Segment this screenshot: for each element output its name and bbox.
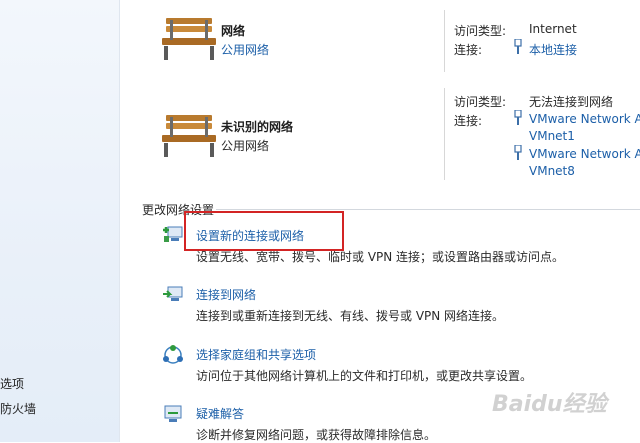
network-divider	[444, 10, 445, 72]
sidebar-item-options[interactable]: 选项	[0, 375, 24, 392]
left-sidebar: 选项 防火墙	[0, 0, 120, 442]
vmware-adapter-link[interactable]: VMware Network A	[529, 147, 640, 161]
network-category-link[interactable]: 公用网络	[221, 41, 269, 58]
troubleshoot-icon	[164, 405, 182, 422]
new-connection-icon	[163, 226, 183, 242]
main-content: 网络 公用网络 访问类型: Internet 连接: 本地连接 未识别的网络 公…	[120, 0, 640, 442]
ethernet-icon	[514, 110, 522, 125]
highlight-box	[184, 211, 344, 251]
section-divider	[216, 209, 640, 210]
access-type-label: 访问类型:	[454, 95, 507, 109]
local-connection-link[interactable]: 本地连接	[529, 41, 577, 58]
connection-label: 连接:	[454, 43, 483, 57]
task-description: 访问位于其他网络计算机上的文件和打印机，或更改共享设置。	[196, 369, 533, 383]
ethernet-icon	[514, 39, 522, 54]
network-category: 公用网络	[221, 139, 270, 153]
homegroup-icon	[163, 345, 183, 364]
ethernet-icon	[514, 145, 522, 160]
bench-icon	[162, 18, 216, 60]
vmware-adapter-link-name[interactable]: VMnet8	[529, 164, 575, 178]
network-divider	[444, 88, 445, 180]
vmware-adapter-link[interactable]: VMware Network A	[529, 112, 640, 126]
task-description: 连接到或重新连接到无线、有线、拨号或 VPN 网络连接。	[196, 309, 505, 323]
connect-network-icon	[163, 286, 183, 301]
access-type-label: 访问类型:	[454, 24, 507, 38]
access-type-value: 无法连接到网络	[529, 95, 614, 109]
vmware-adapter-link-name[interactable]: VMnet1	[529, 129, 575, 143]
task-homegroup-link[interactable]: 选择家庭组和共享选项	[196, 346, 316, 363]
task-connect-network-link[interactable]: 连接到网络	[196, 286, 256, 303]
access-type-value: Internet	[529, 22, 577, 36]
task-troubleshoot-link[interactable]: 疑难解答	[196, 405, 244, 422]
task-description: 诊断并修复网络问题，或获得故障排除信息。	[196, 428, 437, 442]
bench-icon	[162, 115, 216, 157]
sidebar-item-firewall[interactable]: 防火墙	[0, 400, 36, 417]
network-name: 网络	[221, 24, 246, 38]
baidu-watermark: Baidu经验	[492, 392, 607, 417]
connection-label: 连接:	[454, 114, 483, 128]
network-name: 未识别的网络	[221, 120, 294, 134]
